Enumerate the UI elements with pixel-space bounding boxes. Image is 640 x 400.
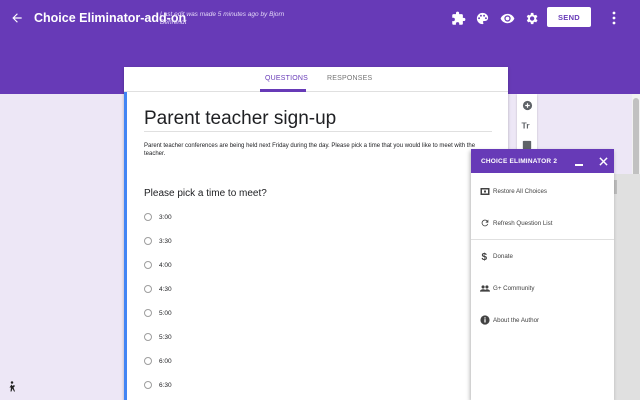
svg-text:$: $ — [482, 252, 488, 262]
radio-button[interactable] — [144, 381, 152, 389]
menu-item-label: Restore All Choices — [493, 187, 547, 195]
option-label: 6:30 — [159, 381, 172, 389]
gear-icon[interactable] — [522, 9, 540, 27]
restore-icon — [480, 186, 490, 196]
form-side-toolbar: Tr — [517, 94, 537, 154]
option-label: 6:00 — [159, 357, 172, 365]
minimize-icon[interactable] — [574, 155, 584, 167]
radio-button[interactable] — [144, 213, 152, 221]
form-card: QUESTIONS RESPONSES Parent teacher sign-… — [124, 67, 508, 400]
option-label: 4:30 — [159, 285, 172, 293]
menu-item-community[interactable]: G+ Community — [471, 277, 614, 299]
community-icon — [480, 283, 490, 293]
form-description[interactable]: Parent teacher conferences are being hel… — [144, 142, 496, 158]
option-label: 4:00 — [159, 261, 172, 269]
radio-button[interactable] — [144, 261, 152, 269]
menu-item-label: G+ Community — [493, 284, 535, 292]
menu-item-label: Refresh Question List — [493, 219, 553, 227]
active-tab-indicator — [260, 89, 306, 92]
title-underline — [144, 131, 492, 132]
option-item[interactable]: 5:00 — [144, 307, 172, 319]
tab-bar: QUESTIONS RESPONSES — [124, 67, 508, 92]
add-question-icon[interactable] — [520, 98, 534, 112]
send-button[interactable]: SEND — [547, 7, 591, 27]
refresh-icon — [480, 218, 490, 228]
last-edit-notice[interactable]: Last edit was made 5 minutes ago by Bjor… — [160, 11, 295, 27]
panel-header: CHOICE ELIMINATOR 2 — [471, 149, 614, 173]
option-item[interactable]: 6:00 — [144, 355, 172, 367]
back-arrow-icon[interactable] — [8, 9, 26, 27]
menu-item-restore-choices[interactable]: Restore All Choices — [471, 180, 614, 202]
menu-item-label: Donate — [493, 252, 513, 260]
choice-eliminator-panel: CHOICE ELIMINATOR 2 Restore All Choices … — [471, 149, 614, 400]
dollar-icon: $ — [480, 251, 490, 262]
menu-item-refresh-list[interactable]: Refresh Question List — [471, 212, 614, 234]
menu-item-about-author[interactable]: About the Author — [471, 309, 614, 331]
tab-questions[interactable]: QUESTIONS — [265, 75, 308, 82]
option-item[interactable]: 3:30 — [144, 235, 172, 247]
menu-divider — [471, 239, 614, 240]
accessibility-icon[interactable] — [7, 380, 17, 392]
puzzle-icon[interactable] — [449, 9, 467, 27]
section-accent-bar — [124, 92, 127, 400]
menu-item-label: About the Author — [493, 316, 540, 324]
option-label: 3:30 — [159, 237, 172, 245]
panel-title: CHOICE ELIMINATOR 2 — [481, 158, 558, 165]
menu-item-donate[interactable]: $ Donate — [471, 245, 614, 267]
palette-icon[interactable] — [473, 9, 491, 27]
option-label: 5:30 — [159, 333, 172, 341]
info-icon — [480, 315, 490, 325]
option-label: 5:00 — [159, 309, 172, 317]
option-item[interactable]: 5:30 — [144, 331, 172, 343]
more-vert-icon[interactable] — [606, 9, 622, 27]
option-label: 3:00 — [159, 213, 172, 221]
form-title[interactable]: Parent teacher sign-up — [144, 108, 336, 130]
tab-responses[interactable]: RESPONSES — [327, 75, 372, 82]
radio-button[interactable] — [144, 285, 152, 293]
option-item[interactable]: 6:30 — [144, 379, 172, 391]
add-title-text-icon[interactable]: Tr — [520, 118, 534, 132]
radio-button[interactable] — [144, 357, 152, 365]
radio-button[interactable] — [144, 237, 152, 245]
close-icon[interactable] — [598, 155, 608, 167]
eye-icon[interactable] — [498, 9, 516, 27]
svg-text:Tr: Tr — [522, 120, 531, 130]
radio-button[interactable] — [144, 309, 152, 317]
option-item[interactable]: 3:00 — [144, 211, 172, 223]
option-item[interactable]: 4:00 — [144, 259, 172, 271]
radio-button[interactable] — [144, 333, 152, 341]
option-item[interactable]: 4:30 — [144, 283, 172, 295]
question-title[interactable]: Please pick a time to meet? — [144, 188, 267, 199]
